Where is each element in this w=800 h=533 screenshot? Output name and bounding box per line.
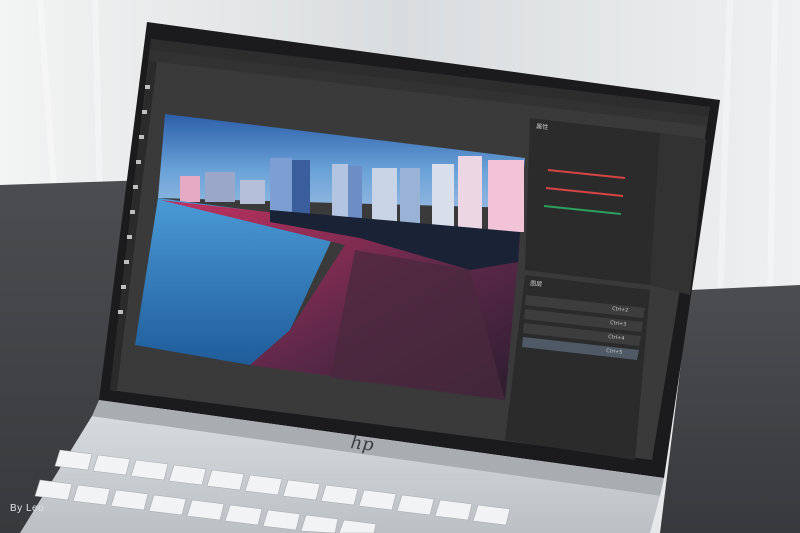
ps-properties-panel	[525, 118, 660, 285]
layers-panel-title: 图层	[530, 280, 543, 288]
properties-panel-title: 属性	[536, 122, 549, 131]
hp-logo: hp	[349, 432, 375, 456]
photo-scene: 属性 图层 Ctrl+2 Ctrl+3 Ctrl+4 Ctrl+5 hp	[0, 0, 800, 533]
photographer-watermark: By Leo	[10, 503, 45, 514]
